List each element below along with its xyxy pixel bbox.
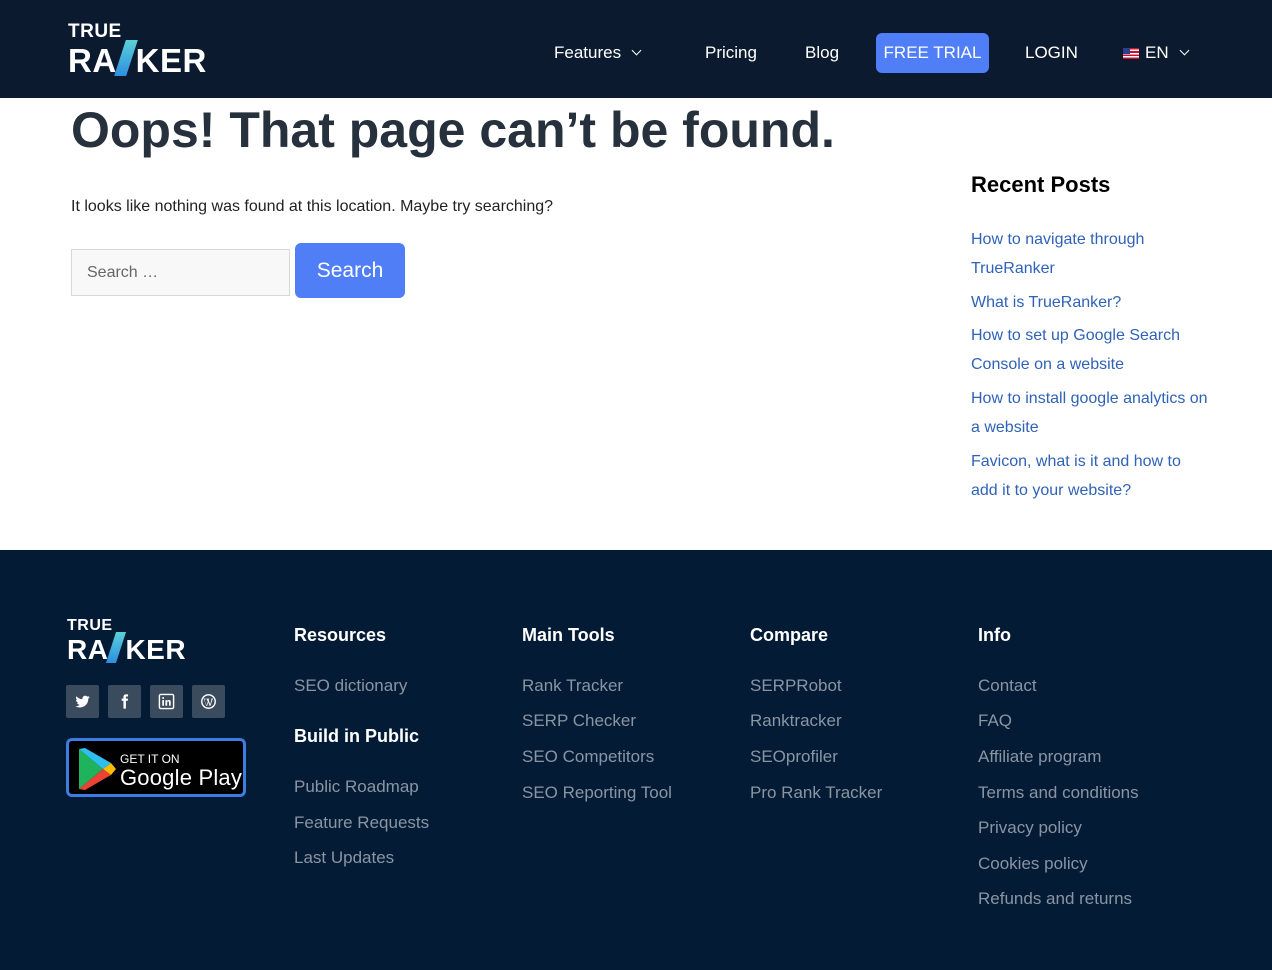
footer-link[interactable]: Contact bbox=[978, 676, 1037, 696]
facebook-icon[interactable] bbox=[108, 685, 141, 718]
google-play-badge[interactable]: GET IT ON Google Play bbox=[66, 738, 246, 797]
not-found-message: It looks like nothing was found at this … bbox=[71, 198, 554, 215]
footer-link[interactable]: SEO dictionary bbox=[294, 676, 407, 696]
linkedin-icon[interactable] bbox=[150, 685, 183, 718]
recent-posts-title: Recent Posts bbox=[971, 172, 1111, 197]
recent-post-link[interactable]: How to set up Google Search Console on a… bbox=[971, 321, 1211, 379]
chevron-down-icon bbox=[631, 45, 642, 56]
google-play-small-text: GET IT ON bbox=[120, 752, 180, 766]
wordpress-icon[interactable] bbox=[192, 685, 225, 718]
nav-pricing[interactable]: Pricing bbox=[705, 33, 757, 73]
chevron-down-icon bbox=[1179, 45, 1190, 56]
google-play-big-text: Google Play bbox=[120, 765, 243, 790]
site-header: TRUE RA KER Features Pricing Blog FREE TR… bbox=[0, 0, 1272, 98]
footer-logo[interactable]: TRUE RA KER bbox=[67, 618, 197, 666]
logo-slash bbox=[113, 40, 138, 76]
footer-link[interactable]: FAQ bbox=[978, 711, 1012, 731]
search-button[interactable]: Search bbox=[295, 243, 405, 298]
footer-link[interactable]: Terms and conditions bbox=[978, 783, 1139, 803]
footer-link[interactable]: Public Roadmap bbox=[294, 777, 419, 797]
page-title: Oops! That page can’t be found. bbox=[71, 102, 835, 158]
logo-main-text: RA KER bbox=[68, 40, 207, 79]
logo[interactable]: TRUE RA KER bbox=[68, 22, 218, 78]
recent-post-link[interactable]: Favicon, what is it and how to add it to… bbox=[971, 447, 1211, 505]
footer-link[interactable]: SEO Competitors bbox=[522, 747, 654, 767]
logo-main-text: RA KER bbox=[67, 632, 187, 665]
footer-link[interactable]: Refunds and returns bbox=[978, 889, 1132, 909]
footer-link[interactable]: SEO Reporting Tool bbox=[522, 783, 672, 803]
footer-link[interactable]: Privacy policy bbox=[978, 818, 1082, 838]
us-flag-icon bbox=[1123, 48, 1139, 59]
footer-link[interactable]: Last Updates bbox=[294, 848, 394, 868]
footer-link[interactable]: Cookies policy bbox=[978, 854, 1088, 874]
twitter-icon[interactable] bbox=[66, 685, 99, 718]
footer-build-title: Build in Public bbox=[294, 726, 419, 746]
footer-resources-title: Resources bbox=[294, 625, 387, 645]
logo-top-text: TRUE bbox=[68, 21, 122, 42]
footer-link[interactable]: Pro Rank Tracker bbox=[750, 783, 882, 803]
footer-link[interactable]: SEOprofiler bbox=[750, 747, 838, 767]
recent-post-link[interactable]: How to install google analytics on a web… bbox=[971, 384, 1211, 442]
footer-link[interactable]: Rank Tracker bbox=[522, 676, 623, 696]
recent-post-link[interactable]: What is TrueRanker? bbox=[971, 288, 1211, 317]
footer-link[interactable]: Ranktracker bbox=[750, 711, 842, 731]
footer-link[interactable]: SERP Checker bbox=[522, 711, 636, 731]
logo-slash bbox=[106, 632, 127, 663]
login-link[interactable]: LOGIN bbox=[1025, 33, 1078, 73]
nav-features[interactable]: Features bbox=[554, 33, 642, 73]
footer-main-tools-title: Main Tools bbox=[522, 625, 615, 645]
free-trial-button[interactable]: FREE TRIAL bbox=[876, 33, 989, 73]
footer-link[interactable]: Feature Requests bbox=[294, 813, 429, 833]
footer-info-title: Info bbox=[978, 625, 1011, 645]
footer-link[interactable]: Affiliate program bbox=[978, 747, 1101, 767]
language-selector[interactable]: EN bbox=[1123, 33, 1190, 73]
search-input[interactable] bbox=[71, 249, 290, 296]
nav-blog[interactable]: Blog bbox=[805, 33, 839, 73]
footer-link[interactable]: SERPRobot bbox=[750, 676, 842, 696]
google-play-icon bbox=[79, 748, 116, 790]
footer-compare-title: Compare bbox=[750, 625, 829, 645]
recent-post-link[interactable]: How to navigate through TrueRanker bbox=[971, 225, 1211, 283]
